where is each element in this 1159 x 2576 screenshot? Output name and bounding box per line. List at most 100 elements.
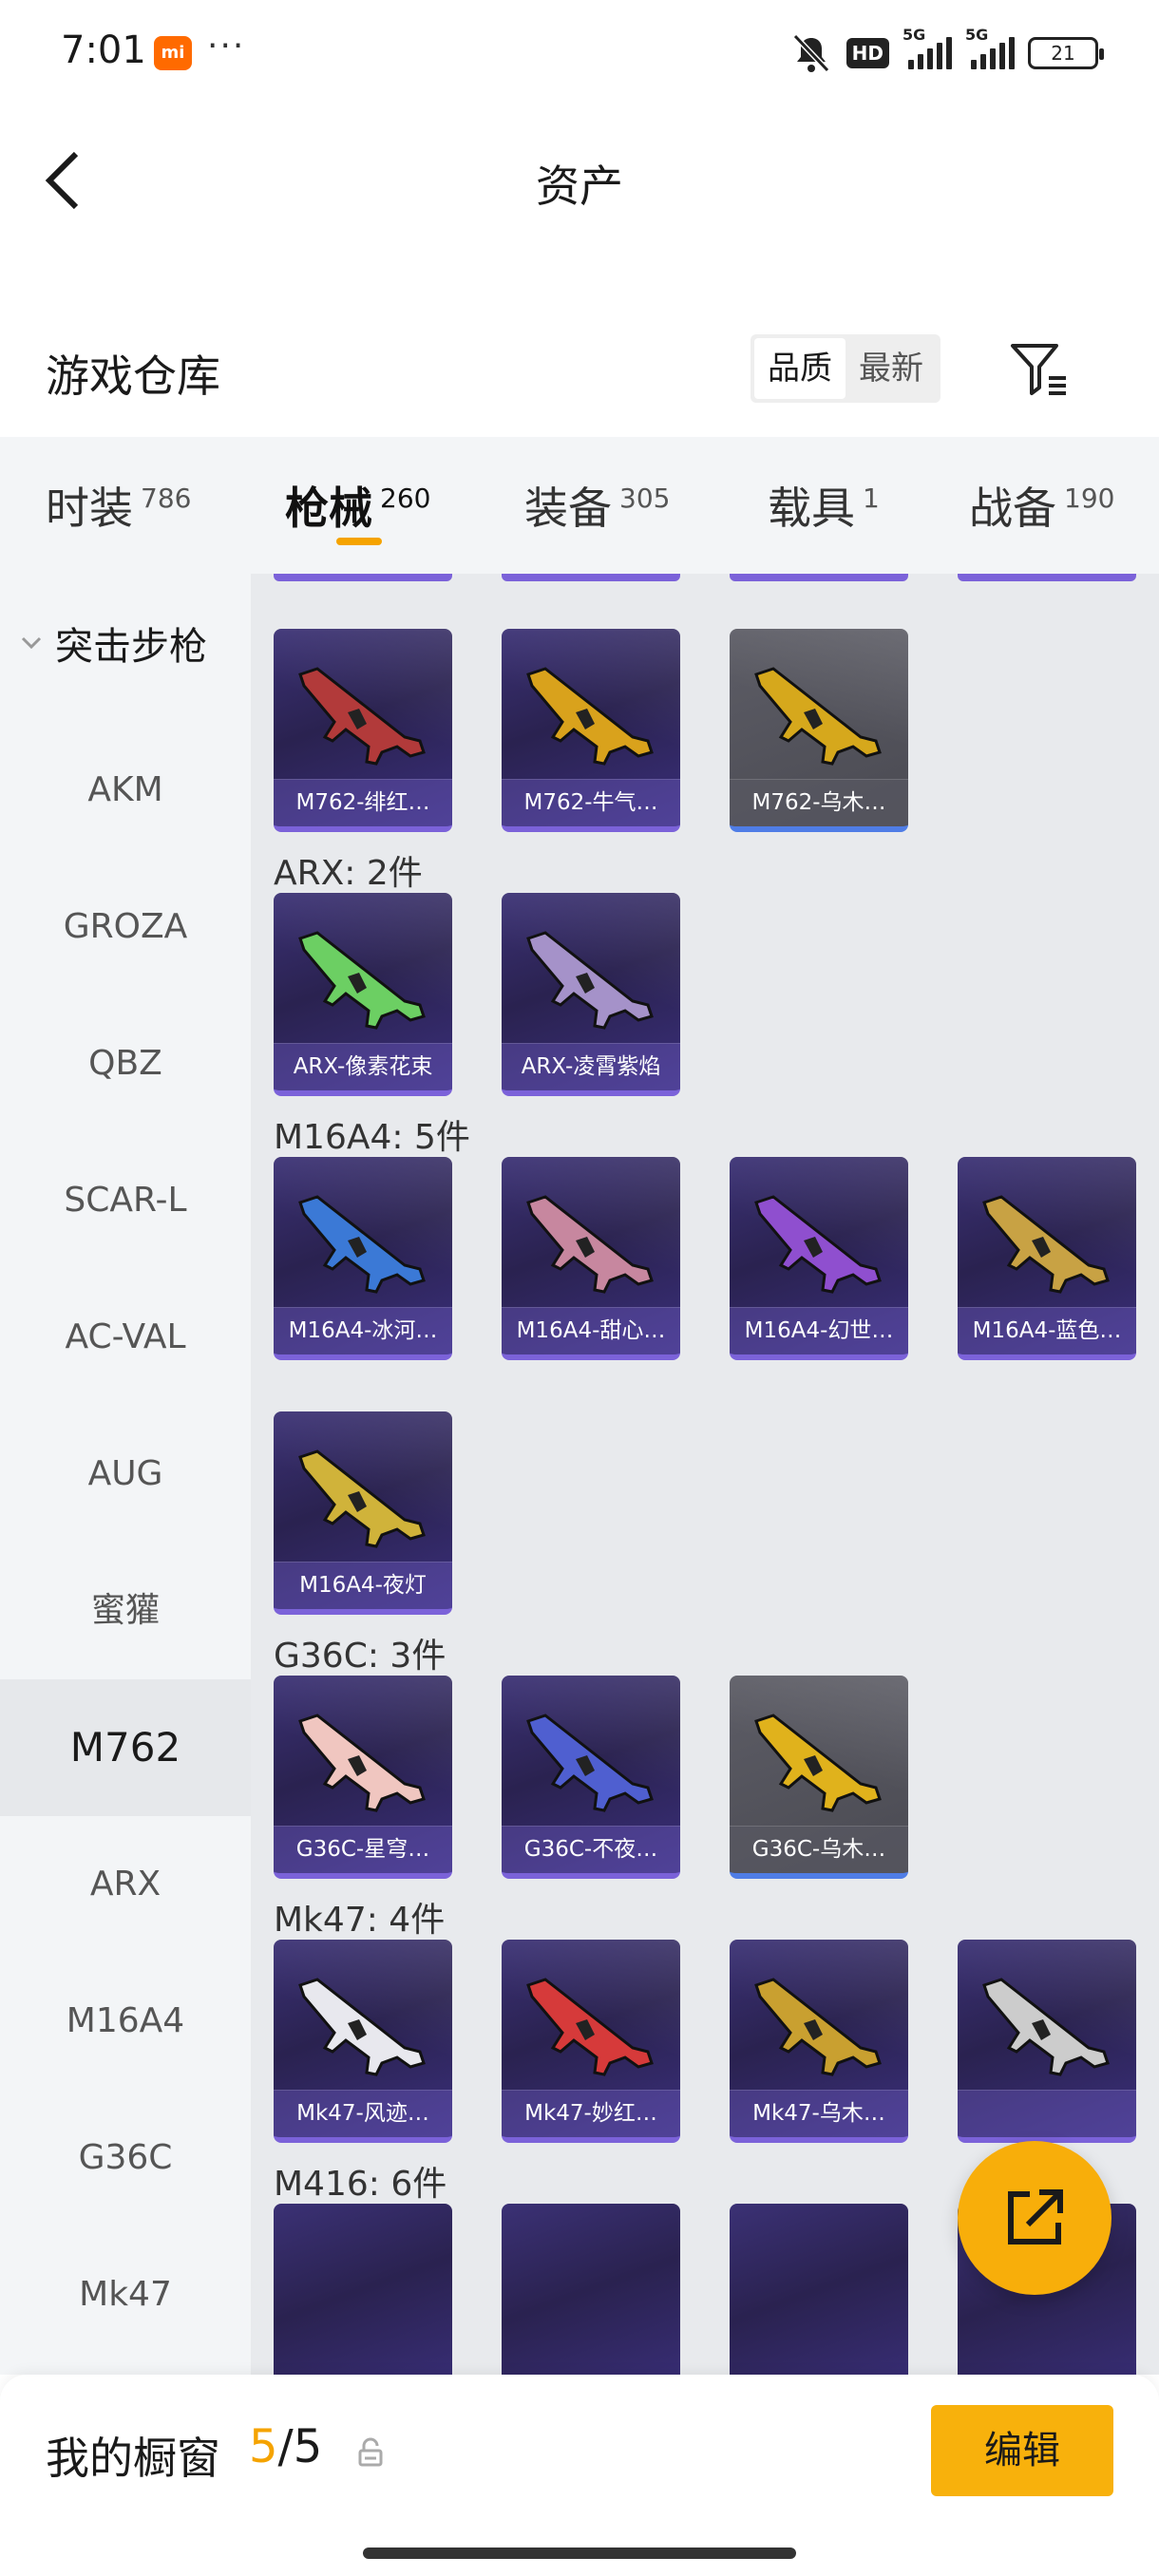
hd-voice-icon: HD xyxy=(846,38,889,68)
weapon-name: M762-绯红… xyxy=(274,779,452,826)
weapon-image xyxy=(526,1714,654,1812)
weapon-card[interactable]: G36C-星穹… xyxy=(274,1676,452,1879)
group-title: ARX: 2件 xyxy=(274,854,423,893)
weapon-image xyxy=(526,1195,654,1294)
weapon-image xyxy=(754,1195,882,1294)
weapon-card[interactable]: M16A4-幻世… xyxy=(730,1157,908,1360)
battery-icon: 21 xyxy=(1028,37,1104,69)
sidebar-item-9[interactable]: M16A4 xyxy=(0,1953,251,2090)
weapon-name: Mk47-乌木… xyxy=(730,2090,908,2137)
sidebar-item-11[interactable]: Mk47 xyxy=(0,2226,251,2363)
more-notifications-icon: ··· xyxy=(207,27,246,66)
weapon-name: M16A4-夜灯 xyxy=(274,1562,452,1609)
home-indicator[interactable] xyxy=(363,2548,796,2559)
tab-firearms[interactable]: 枪械 260 xyxy=(285,437,430,574)
sidebar-item-3[interactable]: SCAR-L xyxy=(0,1132,251,1269)
weapon-image xyxy=(526,667,654,766)
weapon-card[interactable]: M16A4-蓝色… xyxy=(958,1157,1136,1360)
group-title: M16A4: 5件 xyxy=(274,1118,470,1157)
tab-fashion[interactable]: 时装 786 xyxy=(46,437,191,574)
signal-icon-1: 5G xyxy=(902,26,952,69)
weapon-image xyxy=(298,1978,426,2076)
weapon-name: G36C-乌木… xyxy=(730,1826,908,1873)
weapon-image xyxy=(526,1978,654,2076)
weapon-card[interactable] xyxy=(274,2204,452,2375)
weapon-name: M16A4-蓝色… xyxy=(958,1307,1136,1354)
weapon-card[interactable]: G36C-乌木… xyxy=(730,1676,908,1879)
sidebar-category[interactable]: 突击步枪 xyxy=(19,616,207,671)
clock: 7:01 xyxy=(61,28,146,72)
tab-equipment[interactable]: 装备 305 xyxy=(524,437,670,574)
weapon-card[interactable] xyxy=(502,2204,680,2375)
section-header: 游戏仓库 品质 最新 xyxy=(0,313,1159,427)
weapon-image xyxy=(982,1978,1110,2076)
status-icons: HD 5G 5G 21 xyxy=(789,26,1104,74)
section-title: 游戏仓库 xyxy=(46,350,220,402)
sidebar-item-0[interactable]: AKM xyxy=(0,722,251,859)
weapon-card[interactable]: Mk47-妙红… xyxy=(502,1940,680,2143)
share-button[interactable] xyxy=(958,2141,1112,2295)
weapon-card[interactable]: M762-乌木… xyxy=(730,629,908,832)
active-tab-indicator xyxy=(336,538,382,545)
card-stub[interactable] xyxy=(730,574,908,581)
weapon-card[interactable]: G36C-不夜… xyxy=(502,1676,680,1879)
sidebar-item-2[interactable]: QBZ xyxy=(0,995,251,1132)
weapon-image xyxy=(298,667,426,766)
sidebar-item-5[interactable]: AUG xyxy=(0,1406,251,1543)
weapon-image xyxy=(298,1195,426,1294)
weapon-name: ARX-凌霄紫焰 xyxy=(502,1043,680,1090)
card-stub[interactable] xyxy=(958,574,1136,581)
weapon-card[interactable]: M762-牛气… xyxy=(502,629,680,832)
sort-quality-button[interactable]: 品质 xyxy=(754,338,846,399)
weapon-card[interactable]: ARX-像素花束 xyxy=(274,893,452,1096)
weapon-image xyxy=(754,1978,882,2076)
weapon-grid: M762-绯红… M762-牛气… M762-乌木… ARX: 2件 ARX-像素花束 A… xyxy=(251,574,1159,2375)
status-bar: 7:01 mi ··· HD 5G 5G 21 xyxy=(0,0,1159,104)
weapon-card[interactable]: M16A4-甜心… xyxy=(502,1157,680,1360)
weapon-card[interactable]: ARX-凌霄紫焰 xyxy=(502,893,680,1096)
sidebar-item-8[interactable]: ARX xyxy=(0,1816,251,1953)
weapon-name: G36C-不夜… xyxy=(502,1826,680,1873)
edit-button[interactable]: 编辑 xyxy=(931,2405,1113,2496)
weapon-card[interactable] xyxy=(730,2204,908,2375)
category-tabs: 时装 786 枪械 260 装备 305 载具 1 战备 190 xyxy=(0,437,1159,574)
sidebar-item-6[interactable]: 蜜獾 xyxy=(0,1543,251,1679)
tab-vehicles[interactable]: 载具 1 xyxy=(768,437,880,574)
weapon-type-sidebar: 突击步枪 AKM GROZA QBZ SCAR-L AC-VAL AUG 蜜獾 M762 ARX… xyxy=(0,574,251,2375)
group-title: M416: 6件 xyxy=(274,2165,447,2204)
weapon-card[interactable]: M16A4-夜灯 xyxy=(274,1411,452,1615)
filter-icon[interactable] xyxy=(1007,338,1070,401)
nav-bar: 资产 xyxy=(0,104,1159,247)
weapon-card[interactable]: Mk47-风迹… xyxy=(274,1940,452,2143)
sidebar-item-10[interactable]: G36C xyxy=(0,2090,251,2226)
card-stub[interactable] xyxy=(274,574,452,581)
weapon-name: M762-乌木… xyxy=(730,779,908,826)
share-external-icon xyxy=(1008,2189,1063,2245)
page-title: 资产 xyxy=(536,161,623,212)
weapon-card[interactable] xyxy=(958,1940,1136,2143)
weapon-image xyxy=(298,1714,426,1812)
weapon-image xyxy=(754,667,882,766)
weapon-name: Mk47-妙红… xyxy=(502,2090,680,2137)
weapon-image xyxy=(298,931,426,1030)
weapon-card[interactable]: M16A4-冰河… xyxy=(274,1157,452,1360)
sidebar-item-7[interactable]: M762 xyxy=(0,1679,251,1816)
weapon-name: Mk47-风迹… xyxy=(274,2090,452,2137)
group-title: G36C: 3件 xyxy=(274,1637,446,1676)
sidebar-item-4[interactable]: AC-VAL xyxy=(0,1269,251,1406)
showcase-bar: 我的橱窗 5/5 编辑 xyxy=(0,2375,1159,2576)
weapon-name xyxy=(958,2090,1136,2137)
weapon-card[interactable]: Mk47-乌木… xyxy=(730,1940,908,2143)
mi-app-icon: mi xyxy=(154,36,192,70)
weapon-image xyxy=(298,1449,426,1548)
card-stub[interactable] xyxy=(502,574,680,581)
weapon-name: G36C-星穹… xyxy=(274,1826,452,1873)
sort-newest-button[interactable]: 最新 xyxy=(846,338,937,399)
tab-supplies[interactable]: 战备 190 xyxy=(969,437,1114,574)
showcase-title: 我的橱窗 xyxy=(46,2433,220,2484)
weapon-card[interactable]: M762-绯红… xyxy=(274,629,452,832)
sidebar-item-1[interactable]: GROZA xyxy=(0,859,251,995)
weapon-name: M16A4-幻世… xyxy=(730,1307,908,1354)
weapon-name: M16A4-冰河… xyxy=(274,1307,452,1354)
weapon-name: M16A4-甜心… xyxy=(502,1307,680,1354)
